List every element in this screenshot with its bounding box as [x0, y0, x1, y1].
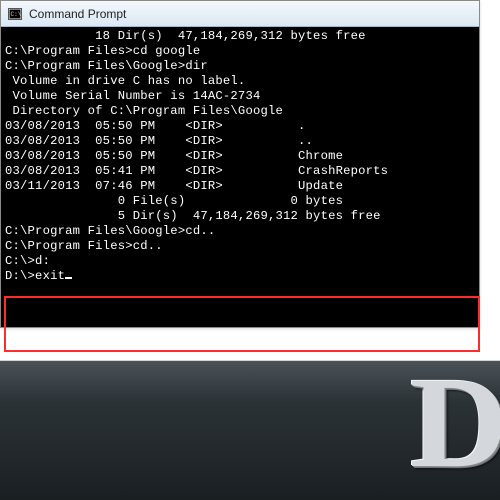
terminal-line: 5 Dir(s) 47,184,269,312 bytes free [5, 209, 475, 224]
terminal-line: C:\Program Files\Google>cd.. [5, 224, 475, 239]
window-title: Command Prompt [29, 7, 126, 21]
terminal-line: C:\>d: [5, 254, 475, 269]
svg-text:C:\: C:\ [11, 11, 22, 18]
terminal-line: C:\Program Files\Google>dir [5, 59, 475, 74]
desktop-letter: D [410, 348, 500, 498]
terminal-line: 03/08/2013 05:50 PM <DIR> . [5, 119, 475, 134]
titlebar[interactable]: C:\ Command Prompt [1, 1, 479, 27]
cursor [65, 269, 72, 279]
terminal-line: Directory of C:\Program Files\Google [5, 104, 475, 119]
command-prompt-window: C:\ Command Prompt 18 Dir(s) 47,184,269,… [0, 0, 480, 328]
terminal-line: 0 File(s) 0 bytes [5, 194, 475, 209]
terminal-line: 03/08/2013 05:50 PM <DIR> .. [5, 134, 475, 149]
terminal-line: 03/08/2013 05:50 PM <DIR> Chrome [5, 149, 475, 164]
cmd-icon: C:\ [7, 6, 23, 22]
terminal-line: D:\>exit [5, 269, 475, 284]
terminal-line: 03/08/2013 05:41 PM <DIR> CrashReports [5, 164, 475, 179]
terminal-line: Volume in drive C has no label. [5, 74, 475, 89]
terminal-output[interactable]: 18 Dir(s) 47,184,269,312 bytes freeC:\Pr… [1, 27, 479, 327]
terminal-line: Volume Serial Number is 14AC-2734 [5, 89, 475, 104]
terminal-line: C:\Program Files>cd google [5, 44, 475, 59]
terminal-line: 18 Dir(s) 47,184,269,312 bytes free [5, 29, 475, 44]
terminal-line: C:\Program Files>cd.. [5, 239, 475, 254]
terminal-line: 03/11/2013 07:46 PM <DIR> Update [5, 179, 475, 194]
